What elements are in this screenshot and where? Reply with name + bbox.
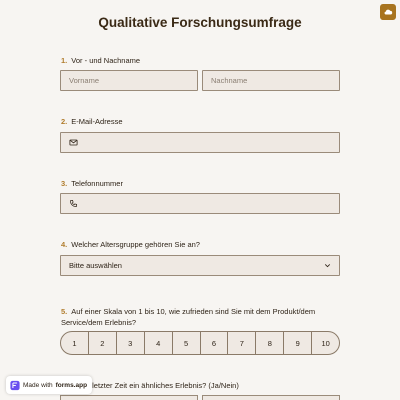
question-2-label: 2. E-Mail-Adresse: [61, 117, 123, 126]
phone-icon: [69, 199, 79, 209]
age-group-select[interactable]: Bitte auswählen: [60, 255, 340, 276]
scale-option-10[interactable]: 10: [312, 332, 339, 354]
question-text: Vor - und Nachname: [71, 56, 141, 65]
satisfaction-scale: 1 2 3 4 5 6 7 8 9 10: [60, 331, 340, 355]
email-input[interactable]: [60, 132, 340, 153]
scale-option-6[interactable]: 6: [201, 332, 229, 354]
scale-option-4[interactable]: 4: [145, 332, 173, 354]
last-name-placeholder: Nachname: [211, 76, 248, 85]
question-number: 4.: [61, 240, 68, 249]
question-number: 5.: [61, 307, 68, 316]
scale-option-3[interactable]: 3: [117, 332, 145, 354]
question-5-label: 5. Auf einer Skala von 1 bis 10, wie zufr…: [61, 306, 321, 328]
chevron-down-icon: [323, 261, 333, 271]
question-text: Sie in letzter Zeit ein ähnliches Erlebn…: [71, 381, 239, 390]
last-name-input[interactable]: Nachname: [202, 70, 340, 91]
badge-made-with: Made with: [23, 381, 53, 389]
no-option[interactable]: [202, 395, 340, 400]
mail-icon: [69, 138, 79, 148]
scale-option-9[interactable]: 9: [284, 332, 313, 354]
question-3-label: 3. Telefonnummer: [61, 179, 123, 188]
yes-option[interactable]: [60, 395, 198, 400]
question-text: E-Mail-Adresse: [71, 117, 123, 126]
question-text: Telefonnummer: [71, 179, 123, 188]
scale-option-7[interactable]: 7: [228, 332, 257, 354]
badge-brand: forms.app: [55, 381, 88, 389]
scale-option-8[interactable]: 8: [256, 332, 285, 354]
question-text: Welcher Altersgruppe gehören Sie an?: [71, 240, 200, 249]
forms-app-logo-icon: [10, 380, 20, 391]
question-number: 2.: [61, 117, 68, 126]
first-name-placeholder: Vorname: [69, 76, 100, 85]
question-number: 3.: [61, 179, 68, 188]
scale-option-2[interactable]: 2: [89, 332, 117, 354]
made-with-badge[interactable]: Made with forms.app: [6, 376, 92, 394]
question-4-label: 4. Welcher Altersgruppe gehören Sie an?: [61, 240, 200, 249]
scale-option-1[interactable]: 1: [61, 332, 89, 354]
question-1-label: 1. Vor - und Nachname: [61, 56, 140, 65]
phone-input[interactable]: [60, 193, 340, 214]
question-text: Auf einer Skala von 1 bis 10, wie zufrie…: [61, 307, 316, 327]
question-number: 1.: [61, 56, 68, 65]
select-value: Bitte auswählen: [69, 261, 122, 270]
form-title: Qualitative Forschungsumfrage: [98, 15, 302, 30]
scale-option-5[interactable]: 5: [173, 332, 201, 354]
first-name-input[interactable]: Vorname: [60, 70, 198, 91]
